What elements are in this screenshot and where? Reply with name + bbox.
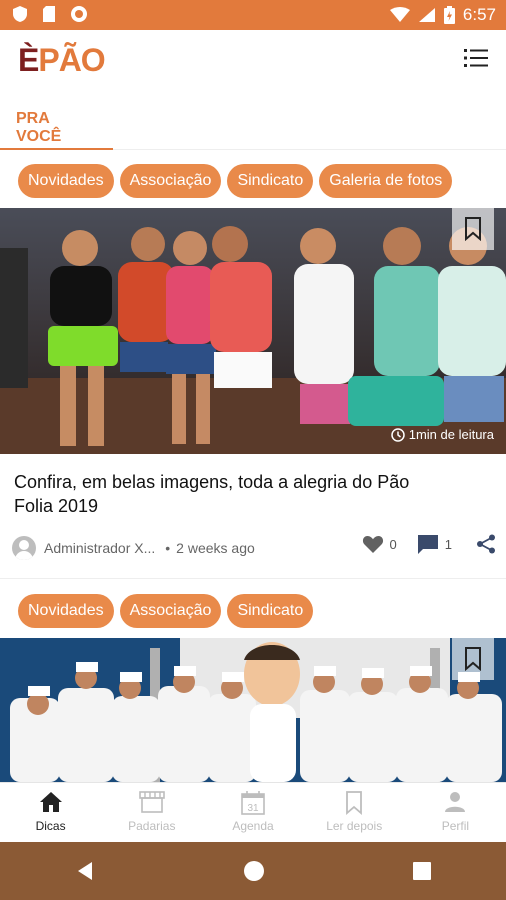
post-1-categories: Novidades Associação Sindicato Galeria d… (18, 164, 453, 198)
post-1-photo[interactable]: 1min de leitura (0, 208, 506, 454)
post-1-title[interactable]: Confira, em belas imagens, toda a alegri… (14, 470, 434, 518)
bookmark-button[interactable] (452, 638, 494, 680)
comment-icon[interactable] (417, 534, 439, 554)
post-2-photo[interactable] (0, 638, 506, 782)
nav-item-dicas[interactable]: Dicas (0, 783, 101, 842)
post-date: 2 weeks ago (176, 540, 255, 556)
chip-associacao[interactable]: Associação (119, 164, 222, 198)
nav-item-padarias[interactable]: Padarias (101, 783, 202, 842)
share-icon[interactable] (476, 534, 496, 554)
chip-sindicato[interactable]: Sindicato (227, 594, 314, 628)
post-divider (0, 578, 506, 579)
bookmark-icon (465, 217, 481, 241)
nav-label: Dicas (35, 819, 66, 833)
person-icon (445, 792, 466, 812)
clock: 6:57 (462, 5, 496, 24)
status-bar: 6:57 (0, 0, 506, 30)
read-time-label: 1min de leitura (408, 427, 494, 442)
calendar-icon: 31 (241, 791, 265, 815)
nav-label: Perfil (441, 819, 470, 833)
comments-count: 1 (444, 536, 452, 552)
system-navigation-bar (0, 842, 506, 900)
app-bar: ÈPÃO (0, 30, 506, 90)
likes-count: 0 (389, 536, 397, 552)
nav-item-ler-depois[interactable]: Ler depois (304, 783, 405, 842)
nav-item-perfil[interactable]: Perfil (405, 783, 506, 842)
nav-label: Agenda (232, 819, 274, 833)
home-icon (39, 792, 62, 812)
bookmark-icon (465, 647, 481, 671)
shield-icon (13, 6, 27, 22)
bakers-photo (0, 638, 506, 782)
sim-card-icon (43, 6, 55, 22)
post-2-categories: Novidades Associação Sindicato (18, 594, 314, 628)
chip-novidades[interactable]: Novidades (18, 594, 114, 628)
app-logo[interactable]: ÈPÃO (18, 42, 106, 79)
recents-icon[interactable] (412, 861, 432, 881)
read-time: 1min de leitura (390, 427, 494, 442)
tab-pra-voce[interactable]: PRA VOCÊ (0, 90, 113, 150)
chip-sindicato[interactable]: Sindicato (227, 164, 314, 198)
avatar (12, 536, 36, 560)
chip-galeria-de-fotos[interactable]: Galeria de fotos (319, 164, 453, 198)
nav-label: Ler depois (326, 819, 383, 833)
logo-text: PÃO (38, 42, 105, 78)
system-status: 6:57 (389, 5, 496, 25)
home-button-icon[interactable] (243, 860, 265, 882)
bottom-navigation: Dicas Padarias 31 Agenda Ler depois Perf… (0, 782, 506, 842)
nav-label: Padarias (128, 819, 176, 833)
post-1-actions: 0 1 (362, 534, 496, 554)
tab-bar: PRA VOCÊ (0, 90, 506, 150)
chip-associacao[interactable]: Associação (119, 594, 222, 628)
list-menu-icon[interactable] (464, 48, 488, 68)
bookmark-icon (346, 791, 363, 815)
battery-icon (443, 6, 455, 24)
logo-letter-e: È (18, 42, 39, 78)
nav-item-agenda[interactable]: 31 Agenda (202, 783, 303, 842)
date-separator: • (165, 540, 171, 556)
back-icon[interactable] (74, 860, 96, 882)
bookmark-button[interactable] (452, 208, 494, 250)
calendar-day: 31 (247, 803, 259, 814)
store-icon (138, 791, 165, 813)
author-name[interactable]: Administrador X... (44, 540, 155, 556)
clock-icon (390, 427, 405, 442)
record-icon (71, 6, 87, 22)
chip-novidades[interactable]: Novidades (18, 164, 114, 198)
party-photo (0, 208, 506, 454)
heart-icon[interactable] (362, 534, 384, 554)
signal-icon (418, 8, 435, 22)
notification-icons (12, 5, 88, 23)
wifi-icon (389, 7, 410, 22)
